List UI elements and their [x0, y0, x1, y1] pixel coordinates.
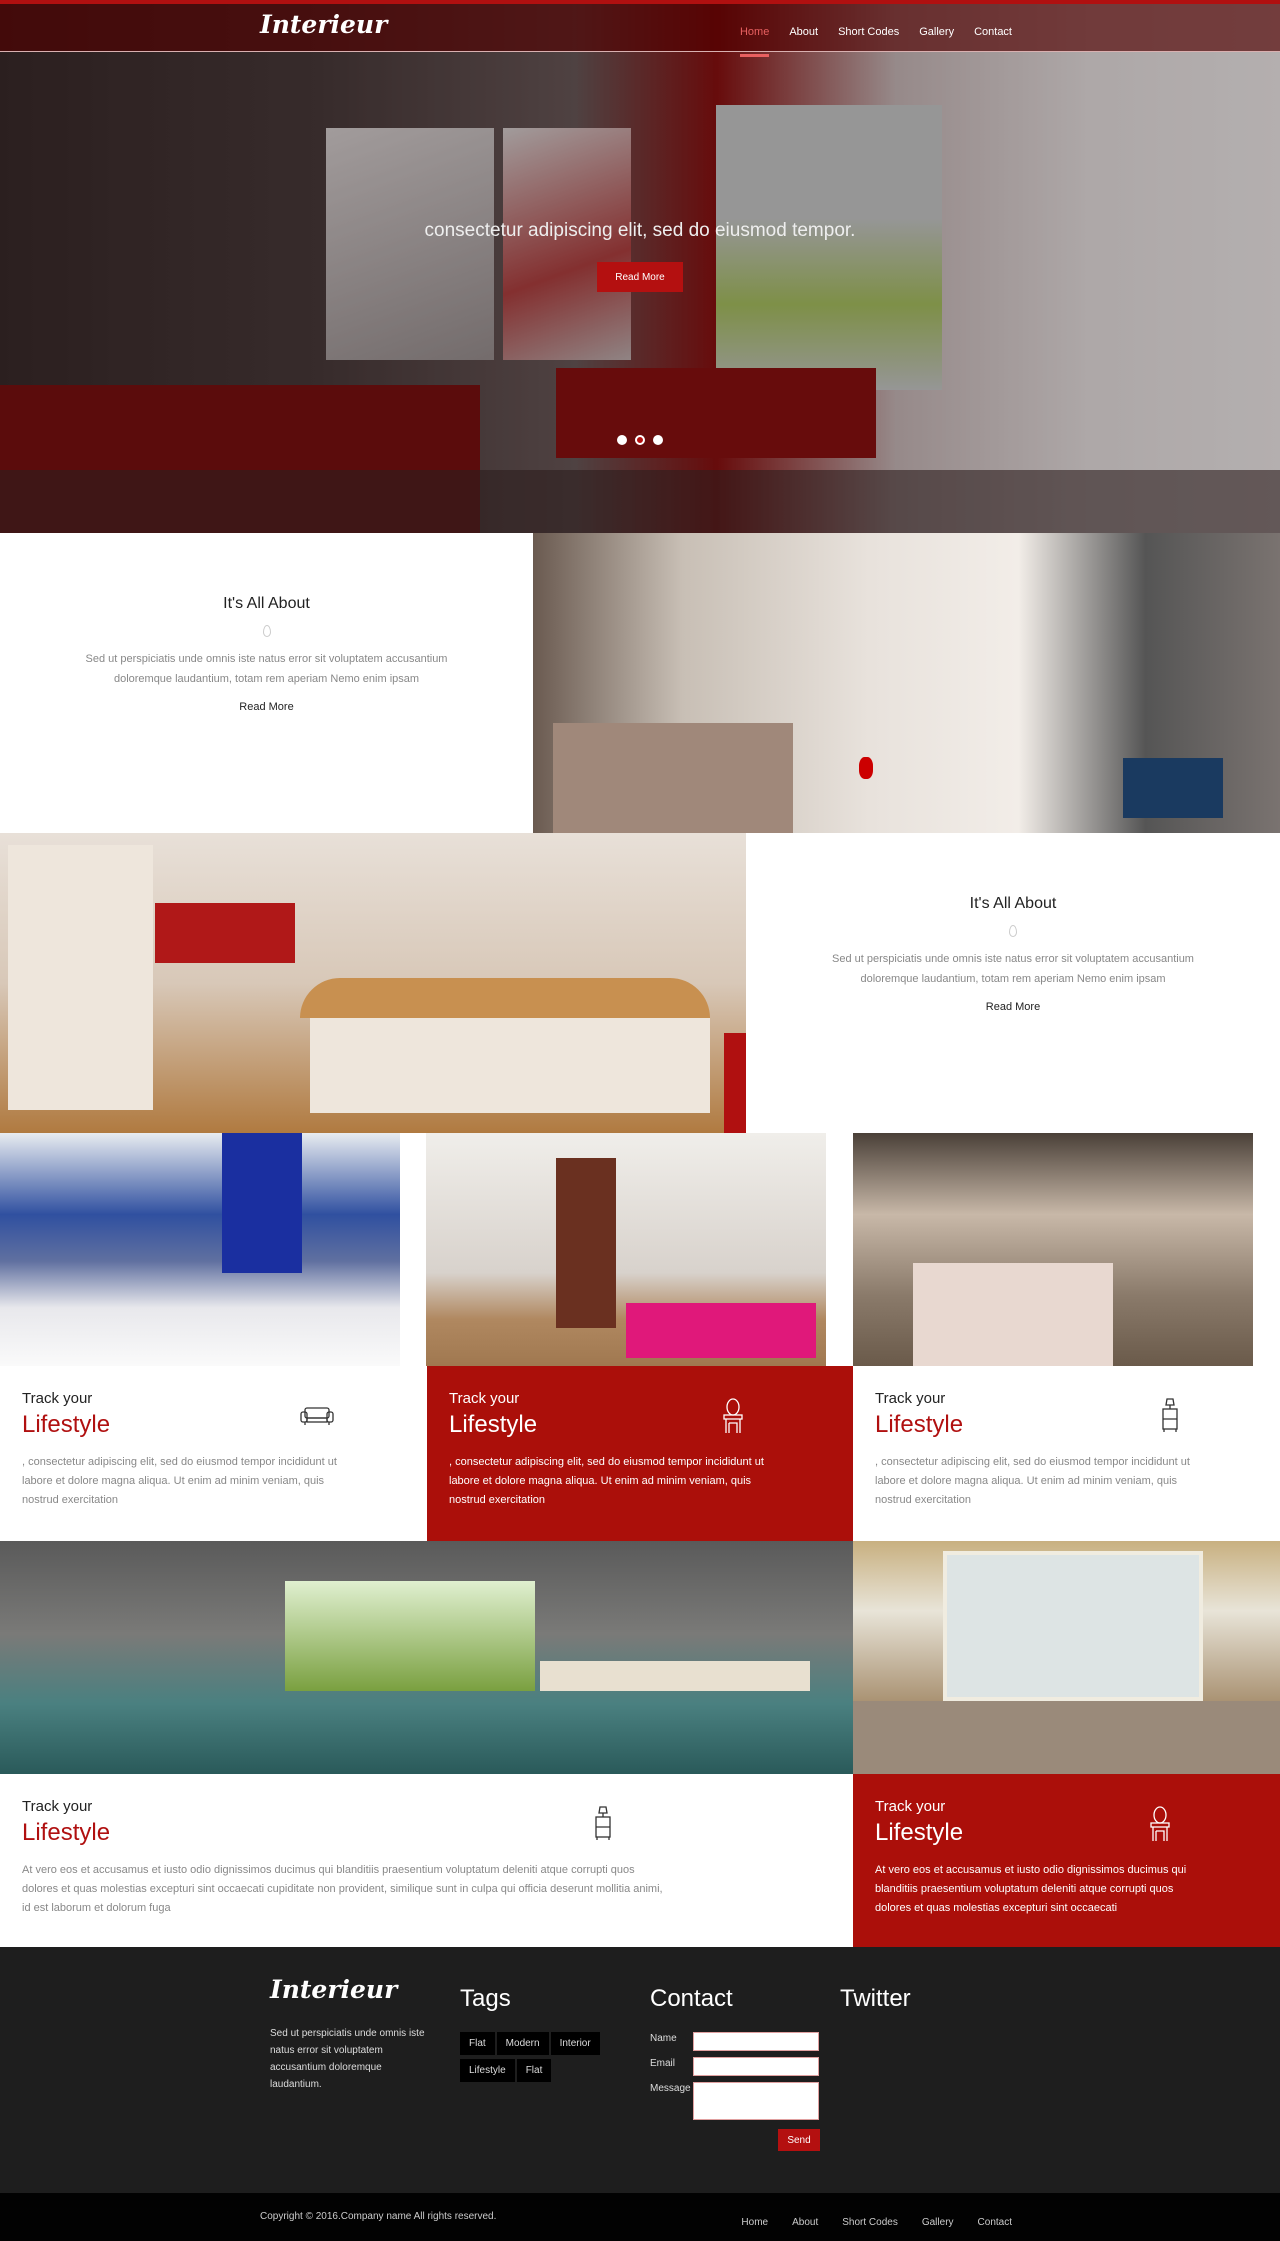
- hero-slider: Interieur Home About Short Codes Gallery Con…: [0, 0, 1280, 533]
- about-text: Sed ut perspiciatis unde omnis iste natu…: [85, 653, 448, 685]
- kitchen-image: [0, 833, 746, 1133]
- hero-read-more-button[interactable]: Read More: [597, 262, 683, 292]
- about-read-more-link[interactable]: Read More: [986, 1001, 1040, 1013]
- vanity-mirror-icon: [1150, 1806, 1170, 1841]
- card-title: Lifestyle: [875, 1411, 964, 1438]
- footer-nav-gallery[interactable]: Gallery: [922, 2217, 954, 2228]
- tag-flat[interactable]: Flat: [460, 2032, 495, 2055]
- about-text: Sed ut perspiciatis unde omnis iste natu…: [832, 953, 1194, 985]
- slider-dot-2[interactable]: [635, 435, 645, 445]
- about-section-2: It's All About Sed ut perspiciatis unde …: [746, 833, 1280, 1133]
- footer: Interieur Sed ut perspiciatis unde omnis…: [0, 1947, 1280, 2193]
- send-button[interactable]: Send: [778, 2129, 820, 2151]
- card-title: Lifestyle: [22, 1411, 111, 1438]
- footer-nav-contact[interactable]: Contact: [978, 2217, 1012, 2228]
- card-text: , consectetur adipiscing elit, sed do ei…: [875, 1456, 1190, 1506]
- bottom-bar: Copyright © 2016.Company name All rights…: [0, 2193, 1280, 2241]
- dining-room-image: [853, 1133, 1253, 1366]
- card-text: At vero eos et accusamus et iusto odio d…: [875, 1864, 1187, 1914]
- card-kicker: Track your: [22, 1798, 93, 1815]
- card-kicker: Track your: [875, 1390, 946, 1407]
- footer-nav-about[interactable]: About: [792, 2217, 818, 2228]
- card-title: Lifestyle: [22, 1819, 111, 1846]
- footer-nav: Home About Short Codes Gallery Contact: [717, 2212, 1012, 2230]
- message-label: Message: [650, 2083, 691, 2094]
- site-logo[interactable]: Interieur: [260, 10, 387, 39]
- tags-heading: Tags: [460, 1985, 511, 2012]
- footer-nav-home[interactable]: Home: [741, 2217, 768, 2228]
- tag-interior[interactable]: Interior: [550, 2032, 600, 2055]
- about-read-more-link[interactable]: Read More: [239, 701, 293, 713]
- nav-home[interactable]: Home: [739, 26, 770, 57]
- card-text: , consectetur adipiscing elit, sed do ei…: [22, 1456, 337, 1506]
- card-text: At vero eos et accusamus et iusto odio d…: [22, 1864, 663, 1914]
- living-room-image: [853, 1541, 1280, 1774]
- kitchen-dining-image: [533, 533, 1280, 833]
- card-text: , consectetur adipiscing elit, sed do ei…: [449, 1456, 764, 1506]
- sofa-icon: [300, 1407, 334, 1425]
- about-title: It's All About: [969, 895, 1057, 912]
- copyright: Copyright © 2016.Company name All rights…: [260, 2211, 497, 2222]
- hero-caption: consectetur adipiscing elit, sed do eius…: [424, 220, 856, 241]
- footer-about-text: Sed ut perspiciatis unde omnis iste natu…: [270, 2028, 425, 2090]
- bedroom-office-image: [426, 1133, 826, 1366]
- card-kicker: Track your: [875, 1798, 946, 1815]
- about-title: It's All About: [223, 595, 310, 612]
- office-image: [0, 1133, 400, 1366]
- name-label: Name: [650, 2033, 677, 2044]
- card-kicker: Track your: [22, 1390, 93, 1407]
- nav-about[interactable]: About: [789, 26, 818, 38]
- slider-dot-3[interactable]: [653, 435, 663, 445]
- tag-flat-2[interactable]: Flat: [516, 2059, 552, 2082]
- contact-heading: Contact: [650, 1985, 733, 2012]
- tag-modern[interactable]: Modern: [496, 2032, 549, 2055]
- lamp-nightstand-icon: [595, 1806, 611, 1840]
- nav-contact[interactable]: Contact: [974, 26, 1012, 38]
- main-nav: Home About Short Codes Gallery Contact: [720, 22, 1012, 57]
- vanity-mirror-icon: [723, 1398, 743, 1433]
- site-header: [0, 4, 1280, 52]
- feature-card-1: Track your Lifestyle , consectetur adipi…: [0, 1366, 427, 1541]
- card-kicker: Track your: [449, 1390, 520, 1407]
- feature-card-4: Track your Lifestyle At vero eos et accu…: [0, 1774, 853, 1947]
- twitter-heading: Twitter: [840, 1985, 911, 2012]
- email-label: Email: [650, 2058, 676, 2069]
- feature-card-2: Track your Lifestyle , consectetur adipi…: [427, 1366, 853, 1541]
- tag-lifestyle[interactable]: Lifestyle: [460, 2059, 515, 2082]
- footer-nav-short-codes[interactable]: Short Codes: [842, 2217, 898, 2228]
- nav-short-codes[interactable]: Short Codes: [838, 26, 899, 38]
- email-input[interactable]: [693, 2057, 819, 2076]
- message-textarea[interactable]: [693, 2082, 819, 2120]
- about-section-1: It's All About Sed ut perspiciatis unde …: [0, 533, 533, 833]
- nav-gallery[interactable]: Gallery: [919, 26, 954, 38]
- card-title: Lifestyle: [449, 1411, 538, 1438]
- footer-logo: Interieur: [270, 1975, 398, 2004]
- feature-card-5: Track your Lifestyle At vero eos et accu…: [853, 1774, 1280, 1947]
- drop-icon: [262, 625, 271, 637]
- name-input[interactable]: [693, 2032, 819, 2051]
- card-title: Lifestyle: [875, 1819, 964, 1846]
- drop-icon: [1009, 925, 1017, 937]
- lamp-nightstand-icon: [1162, 1398, 1178, 1432]
- tag-list: Flat Modern InteriorLifestyle Flat: [460, 2032, 620, 2086]
- feature-card-3: Track your Lifestyle , consectetur adipi…: [853, 1366, 1280, 1541]
- slider-dot-1[interactable]: [617, 435, 627, 445]
- pool-image: [0, 1541, 853, 1774]
